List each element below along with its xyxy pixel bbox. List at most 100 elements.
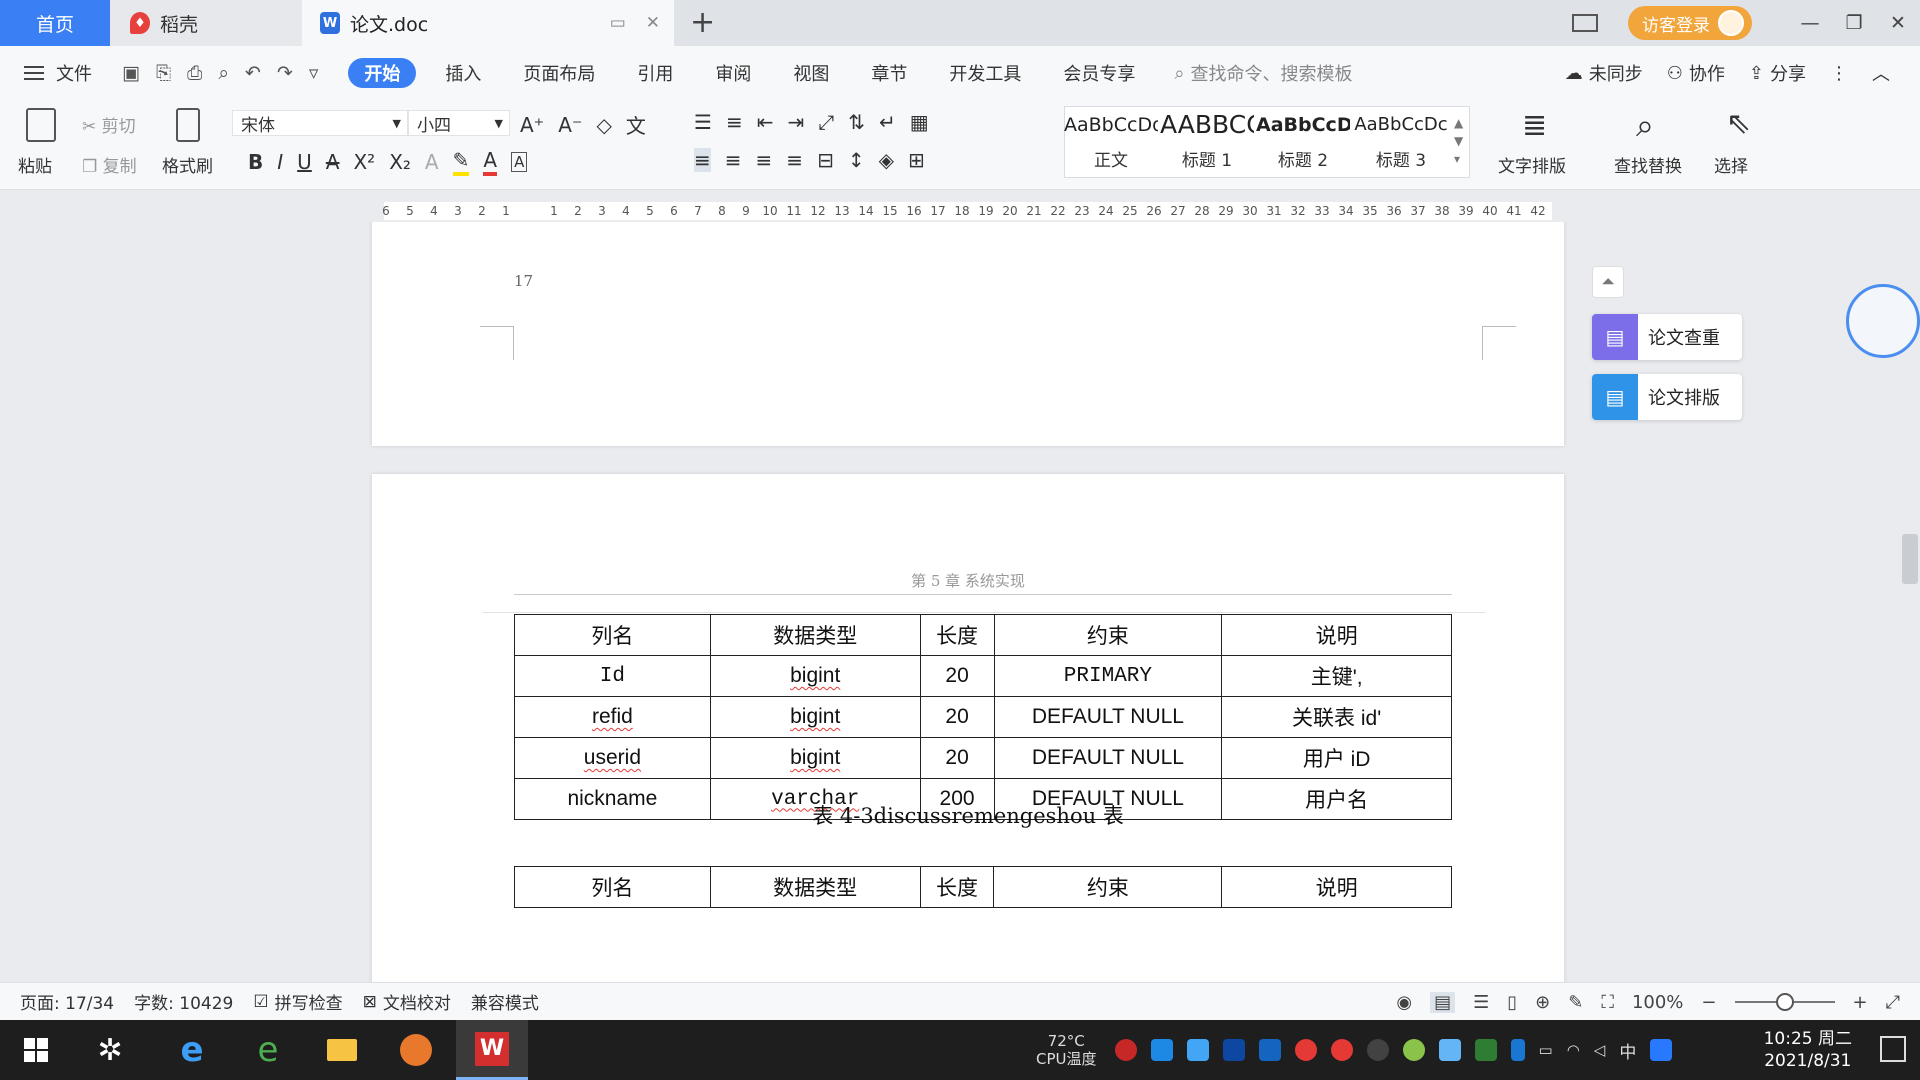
- bold-icon[interactable]: B: [248, 150, 263, 174]
- wifi-icon[interactable]: ◠: [1567, 1041, 1580, 1059]
- app-pinwheel-icon[interactable]: ✲: [74, 1020, 146, 1080]
- highlight-icon[interactable]: ✎: [452, 148, 470, 176]
- distributed-icon[interactable]: ⊟: [817, 148, 834, 172]
- select-cursor-icon[interactable]: ⇖: [1726, 106, 1751, 141]
- undo-icon[interactable]: ↶: [245, 62, 261, 84]
- ime-indicator[interactable]: 中: [1619, 1038, 1636, 1063]
- eye-protection-icon[interactable]: ◉: [1396, 992, 1412, 1013]
- tray-app-icon[interactable]: [1650, 1039, 1673, 1061]
- window-layout-icon[interactable]: [1572, 14, 1598, 32]
- table-grid-icon[interactable]: ▦: [910, 110, 929, 134]
- tab-document[interactable]: W 论文.doc ▭ ✕: [302, 0, 674, 46]
- qq-icon[interactable]: [1366, 1039, 1389, 1061]
- align-center-icon[interactable]: ≡: [725, 148, 742, 172]
- sort-icon[interactable]: ⇅: [848, 110, 865, 134]
- nvidia-icon[interactable]: [1474, 1039, 1497, 1061]
- notification-icon[interactable]: [1880, 1036, 1906, 1062]
- windows-start-icon[interactable]: [0, 1020, 72, 1080]
- zoom-slider[interactable]: [1734, 993, 1835, 1011]
- style-heading1[interactable]: AABBCC 标题 1: [1160, 108, 1254, 176]
- zoom-slider-knob[interactable]: [1775, 993, 1794, 1011]
- reading-view-icon[interactable]: ▯: [1507, 992, 1517, 1013]
- volume-icon[interactable]: ◁: [1594, 1041, 1606, 1059]
- shrink-font-icon[interactable]: A⁻: [558, 113, 582, 137]
- command-search[interactable]: ⌕ 查找命令、搜索模板: [1174, 60, 1352, 86]
- vertical-scrollbar-thumb[interactable]: [1902, 534, 1918, 584]
- battery-icon[interactable]: ▭: [1539, 1041, 1553, 1059]
- print-preview-icon[interactable]: ⌕: [218, 62, 229, 84]
- text-effect-icon[interactable]: A: [425, 150, 439, 174]
- font-size-select[interactable]: 小四 ▼: [408, 110, 510, 136]
- menu-tab-insert[interactable]: 插入: [424, 58, 502, 88]
- redo-icon[interactable]: ↷: [277, 62, 293, 84]
- pen-icon[interactable]: ✎: [1568, 992, 1583, 1013]
- copy-button[interactable]: ❐ 复制: [82, 152, 137, 177]
- menu-tab-review[interactable]: 审阅: [694, 58, 772, 88]
- page-view-icon[interactable]: ▤: [1430, 991, 1456, 1013]
- customize-toolbar-icon[interactable]: ▿: [309, 62, 319, 84]
- export-icon[interactable]: ⎘: [156, 62, 171, 84]
- page-17[interactable]: 17: [372, 222, 1564, 446]
- tray-app-icon[interactable]: [1402, 1039, 1425, 1061]
- menu-tab-member[interactable]: 会员专享: [1042, 58, 1156, 88]
- underline-icon[interactable]: U: [297, 150, 312, 174]
- browser-360-icon[interactable]: e: [232, 1020, 304, 1080]
- fit-page-icon[interactable]: ⛶: [1601, 992, 1614, 1013]
- guest-login-button[interactable]: 访客登录: [1628, 6, 1752, 40]
- font-color-icon[interactable]: A: [483, 148, 498, 176]
- close-tab-icon[interactable]: ✕: [646, 13, 660, 33]
- outline-view-icon[interactable]: ☰: [1473, 992, 1489, 1013]
- paste-button[interactable]: 粘贴: [18, 152, 52, 177]
- align-right-icon[interactable]: ≡: [756, 148, 773, 172]
- grow-font-icon[interactable]: A⁺: [520, 113, 544, 137]
- word-count[interactable]: 字数: 10429: [134, 989, 233, 1014]
- page-indicator[interactable]: 页面: 17/34: [20, 989, 114, 1014]
- style-heading3[interactable]: AaBbCcDc 标题 3: [1354, 108, 1448, 176]
- phonetic-guide-icon[interactable]: 文: [626, 110, 646, 139]
- menu-tab-home[interactable]: 开始: [348, 58, 417, 88]
- find-replace-icon[interactable]: ⌕: [1636, 106, 1654, 145]
- qq-icon[interactable]: [1294, 1039, 1317, 1061]
- zoom-in-icon[interactable]: +: [1853, 992, 1868, 1013]
- format-painter-button[interactable]: 格式刷: [162, 152, 213, 177]
- line-spacing-icon[interactable]: ↕: [848, 148, 865, 172]
- shading-icon[interactable]: ◈: [879, 148, 894, 172]
- more-menu-icon[interactable]: ⋮: [1830, 63, 1848, 84]
- collapse-panel-button[interactable]: ⏶: [1592, 266, 1624, 298]
- tray-app-icon[interactable]: [1150, 1039, 1173, 1061]
- cpu-temp-widget[interactable]: 72°C CPU温度: [1036, 1032, 1097, 1068]
- zoom-level[interactable]: 100%: [1632, 992, 1683, 1013]
- format-painter-icon[interactable]: [176, 108, 200, 142]
- text-layout-icon[interactable]: ≣: [1522, 108, 1547, 143]
- paste-icon[interactable]: [26, 108, 56, 142]
- style-normal[interactable]: AaBbCcDd 正文: [1064, 108, 1158, 176]
- find-replace-button[interactable]: 查找替换: [1614, 152, 1682, 177]
- plagiarism-check-button[interactable]: ▤ 论文查重: [1592, 314, 1742, 360]
- strikethrough-icon[interactable]: A: [326, 150, 340, 174]
- borders-icon[interactable]: ⊞: [908, 148, 925, 172]
- tab-home[interactable]: 首页: [0, 0, 110, 46]
- file-explorer-icon[interactable]: [306, 1020, 378, 1080]
- text-layout-button[interactable]: 文字排版: [1498, 152, 1566, 177]
- thesis-format-button[interactable]: ▤ 论文排版: [1592, 374, 1742, 420]
- save-icon[interactable]: ▣: [122, 62, 140, 84]
- file-menu[interactable]: 文件: [24, 60, 92, 86]
- doc-proofread-button[interactable]: ⊠ 文档校对: [363, 989, 451, 1015]
- line-break-icon[interactable]: ↵: [879, 110, 896, 134]
- style-heading2[interactable]: AaBbCcD 标题 2: [1256, 108, 1350, 176]
- menu-tab-references[interactable]: 引用: [616, 58, 694, 88]
- subscript-icon[interactable]: X₂: [389, 150, 411, 174]
- tray-app-icon[interactable]: [1222, 1039, 1245, 1061]
- bluetooth-icon[interactable]: [1510, 1039, 1525, 1061]
- zoom-out-icon[interactable]: −: [1701, 992, 1716, 1013]
- document-area[interactable]: 17 第 5 章 系统实现 列名 数据类型 长度 约束 说明 Id bigint…: [0, 222, 1920, 982]
- font-name-select[interactable]: 宋体 ▼: [232, 110, 408, 136]
- assistant-robot-icon[interactable]: [1846, 284, 1920, 358]
- system-clock[interactable]: 10:25 周二 2021/8/31: [1764, 1028, 1852, 1072]
- internet-explorer-icon[interactable]: e: [156, 1020, 228, 1080]
- minimize-button[interactable]: —: [1788, 12, 1832, 34]
- align-left-icon[interactable]: ≡: [694, 148, 711, 172]
- select-button[interactable]: 选择: [1714, 152, 1748, 177]
- menu-tab-view[interactable]: 视图: [772, 58, 850, 88]
- monitor-icon[interactable]: ▭: [610, 13, 626, 33]
